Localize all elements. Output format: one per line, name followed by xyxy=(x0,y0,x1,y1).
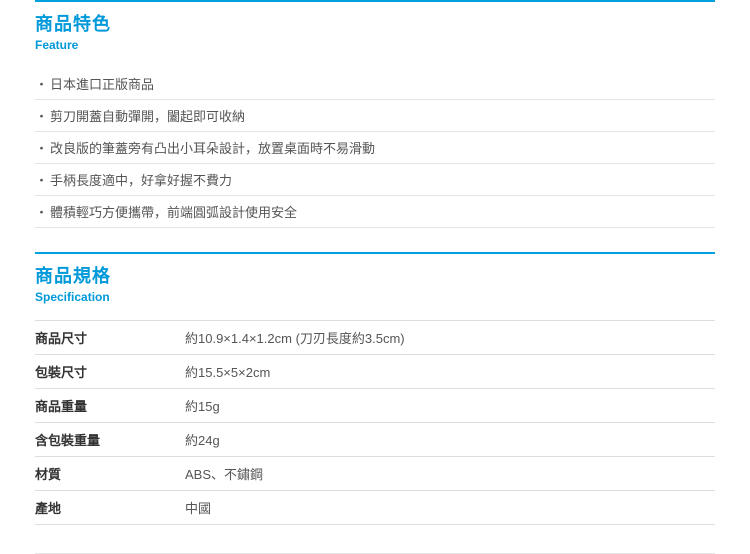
spec-value: 約15.5×5×2cm xyxy=(185,355,715,389)
feature-title: 商品特色 xyxy=(35,10,715,36)
list-item: 體積輕巧方便攜帶，前端圓弧設計使用安全 xyxy=(35,196,715,228)
table-row: 商品尺寸 約10.9×1.4×1.2cm (刀刃長度約3.5cm) xyxy=(35,321,715,355)
table-row: 產地 中國 xyxy=(35,491,715,525)
list-item: 日本進口正版商品 xyxy=(35,68,715,100)
feature-header: 商品特色 Feature xyxy=(35,0,715,60)
spec-label: 商品尺寸 xyxy=(35,321,185,355)
table-row: 材質 ABS、不鏽鋼 xyxy=(35,457,715,491)
spec-value: 約15g xyxy=(185,389,715,423)
spec-title: 商品規格 xyxy=(35,262,715,288)
table-row: 含包裝重量 約24g xyxy=(35,423,715,457)
spec-label: 含包裝重量 xyxy=(35,423,185,457)
spec-label: 材質 xyxy=(35,457,185,491)
table-row: 包裝尺寸 約15.5×5×2cm xyxy=(35,355,715,389)
spec-subtitle: Specification xyxy=(35,290,715,304)
spec-header: 商品規格 Specification xyxy=(35,252,715,312)
spec-value: ABS、不鏽鋼 xyxy=(185,457,715,491)
list-item: 手柄長度適中，好拿好握不費力 xyxy=(35,164,715,196)
spec-value: 中國 xyxy=(185,491,715,525)
spec-table: 商品尺寸 約10.9×1.4×1.2cm (刀刃長度約3.5cm) 包裝尺寸 約… xyxy=(35,320,715,525)
feature-subtitle: Feature xyxy=(35,38,715,52)
table-row: 商品重量 約15g xyxy=(35,389,715,423)
spec-value: 約24g xyxy=(185,423,715,457)
list-item: 改良版的筆蓋旁有凸出小耳朵設計，放置桌面時不易滑動 xyxy=(35,132,715,164)
spec-value: 約10.9×1.4×1.2cm (刀刃長度約3.5cm) xyxy=(185,321,715,355)
list-item: 剪刀開蓋自動彈開，闔起即可收納 xyxy=(35,100,715,132)
spec-label: 商品重量 xyxy=(35,389,185,423)
feature-list: 日本進口正版商品 剪刀開蓋自動彈開，闔起即可收納 改良版的筆蓋旁有凸出小耳朵設計… xyxy=(35,68,715,228)
spec-label: 產地 xyxy=(35,491,185,525)
spec-label: 包裝尺寸 xyxy=(35,355,185,389)
